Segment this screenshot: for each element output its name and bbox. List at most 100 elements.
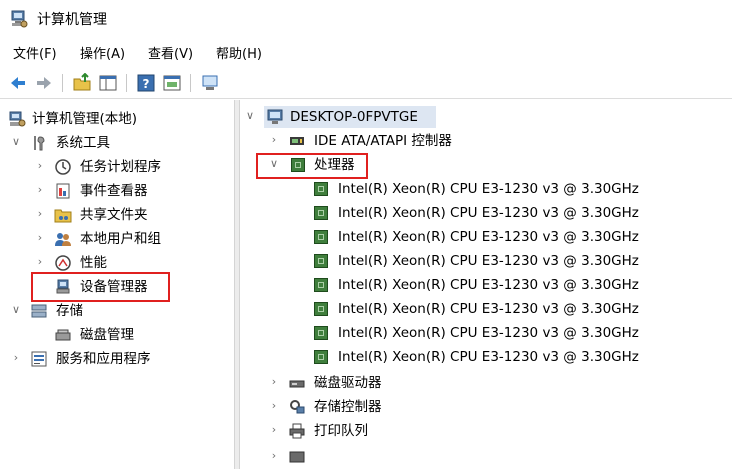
chevron-down-icon[interactable]: ∨ [10,303,22,317]
disk-management-icon [55,329,71,341]
toolbar: ? [0,68,732,99]
cpu-name: Intel(R) Xeon(R) CPU E3-1230 v3 @ 3.30GH… [338,301,639,317]
device-category-icon [289,451,305,463]
storage-icon [31,304,47,318]
cpu-name: Intel(R) Xeon(R) CPU E3-1230 v3 @ 3.30GH… [338,229,639,245]
processor-icon [314,350,328,364]
show-hide-tree-icon[interactable] [98,73,118,93]
services-icon [31,351,47,367]
chevron-right-icon[interactable]: › [268,399,280,413]
properties-icon[interactable] [162,73,182,93]
highlight-box-device-manager [31,272,170,302]
highlight-box-processors [256,153,368,179]
tree-item-ide-controllers[interactable]: › IDE ATA/ATAPI 控制器 [268,130,568,152]
tree-item-label: 磁盘驱动器 [314,375,382,391]
up-folder-icon[interactable] [72,73,92,93]
tree-item-label: IDE ATA/ATAPI 控制器 [314,133,452,149]
chevron-down-icon[interactable]: ∨ [244,109,256,123]
tree-item-partial[interactable]: › [268,446,568,469]
chevron-right-icon[interactable]: › [34,183,46,197]
computer-icon [267,109,283,124]
chevron-right-icon[interactable]: › [10,351,22,365]
tree-item-label: 存储 [56,303,83,319]
processor-icon [314,278,328,292]
tree-item-storage-controllers[interactable]: › 存储控制器 [268,396,568,418]
tree-item-label: 磁盘管理 [80,327,134,343]
processor-icon [314,254,328,268]
clock-icon [55,159,71,175]
chevron-right-icon[interactable]: › [34,231,46,245]
toolbar-separator [126,74,127,92]
storage-controller-icon [290,400,305,414]
tree-item-label: 事件查看器 [80,183,148,199]
computer-management-icon [9,111,26,127]
computer-name: DESKTOP-0FPVTGE [290,109,418,125]
list-item-cpu[interactable]: Intel(R) Xeon(R) CPU E3-1230 v3 @ 3.30GH… [314,250,714,272]
tree-item-label: 计算机管理(本地) [32,111,138,127]
chevron-right-icon[interactable]: › [34,255,46,269]
tree-item-computer-management[interactable]: 计算机管理(本地) [6,108,231,130]
window-title: 计算机管理 [37,12,107,28]
menu-file[interactable]: 文件(F) [13,43,57,62]
processor-icon [314,206,328,220]
back-arrow-icon[interactable] [8,73,28,93]
performance-icon [55,255,71,271]
menu-bar: 文件(F) 操作(A) 查看(V) 帮助(H) [0,40,732,64]
list-item-cpu[interactable]: Intel(R) Xeon(R) CPU E3-1230 v3 @ 3.30GH… [314,346,714,368]
tree-item-storage[interactable]: ∨ 存储 [10,300,230,322]
list-item-cpu[interactable]: Intel(R) Xeon(R) CPU E3-1230 v3 @ 3.30GH… [314,226,714,248]
system-tools-icon [34,136,45,151]
disk-drive-icon [289,380,305,388]
list-item-cpu[interactable]: Intel(R) Xeon(R) CPU E3-1230 v3 @ 3.30GH… [314,274,714,296]
users-group-icon [55,233,71,246]
menu-view[interactable]: 查看(V) [148,43,193,62]
list-item-cpu[interactable]: Intel(R) Xeon(R) CPU E3-1230 v3 @ 3.30GH… [314,202,714,224]
tree-item-label: 系统工具 [56,135,110,151]
list-item-cpu[interactable]: Intel(R) Xeon(R) CPU E3-1230 v3 @ 3.30GH… [314,298,714,320]
tree-item-performance[interactable]: › 性能 [34,252,230,274]
title-bar: 计算机管理 [0,0,732,36]
tree-item-print-queues[interactable]: › 打印队列 [268,420,568,442]
chevron-down-icon[interactable]: ∨ [10,135,22,149]
cpu-name: Intel(R) Xeon(R) CPU E3-1230 v3 @ 3.30GH… [338,181,639,197]
tree-item-services-applications[interactable]: › 服务和应用程序 [10,348,230,370]
menu-help[interactable]: 帮助(H) [216,43,262,62]
svg-text:?: ? [143,77,150,91]
tree-item-label: 任务计划程序 [80,159,161,175]
tree-item-disk-drives[interactable]: › 磁盘驱动器 [268,372,568,394]
chevron-right-icon[interactable]: › [34,207,46,221]
cpu-name: Intel(R) Xeon(R) CPU E3-1230 v3 @ 3.30GH… [338,205,639,221]
tree-item-label: 打印队列 [314,423,368,439]
cpu-name: Intel(R) Xeon(R) CPU E3-1230 v3 @ 3.30GH… [338,325,639,341]
processor-icon [314,326,328,340]
toolbar-separator [62,74,63,92]
tree-item-local-users-groups[interactable]: › 本地用户和组 [34,228,230,250]
left-navigation-pane: 计算机管理(本地) ∨ 系统工具 › 任务计划程序 › 事件查看器 › 共享文件… [0,100,234,469]
processor-icon [314,182,328,196]
tree-item-computer[interactable]: ∨ DESKTOP-0FPVTGE [244,106,544,128]
scan-hardware-icon[interactable] [200,73,220,93]
list-item-cpu[interactable]: Intel(R) Xeon(R) CPU E3-1230 v3 @ 3.30GH… [314,322,714,344]
forward-arrow-icon[interactable] [34,73,54,93]
chevron-right-icon[interactable]: › [34,159,46,173]
chevron-right-icon[interactable]: › [268,449,280,463]
cpu-name: Intel(R) Xeon(R) CPU E3-1230 v3 @ 3.30GH… [338,277,639,293]
tree-item-label: 性能 [80,255,107,271]
chevron-right-icon[interactable]: › [268,133,280,147]
list-item-cpu[interactable]: Intel(R) Xeon(R) CPU E3-1230 v3 @ 3.30GH… [314,178,714,200]
ide-controller-icon [290,137,304,145]
tree-item-label: 共享文件夹 [80,207,148,223]
tree-item-disk-management[interactable]: 磁盘管理 [34,324,230,346]
help-icon[interactable]: ? [136,73,156,93]
device-tree-pane: ∨ DESKTOP-0FPVTGE › IDE ATA/ATAPI 控制器 ∨ … [240,100,732,469]
menu-action[interactable]: 操作(A) [80,43,125,62]
processor-icon [314,230,328,244]
tree-item-event-viewer[interactable]: › 事件查看器 [34,180,230,202]
tree-item-task-scheduler[interactable]: › 任务计划程序 [34,156,230,178]
shared-folder-icon [54,209,72,223]
chevron-right-icon[interactable]: › [268,375,280,389]
tree-item-shared-folders[interactable]: › 共享文件夹 [34,204,230,226]
tree-item-system-tools[interactable]: ∨ 系统工具 [10,132,230,154]
chevron-right-icon[interactable]: › [268,423,280,437]
cpu-name: Intel(R) Xeon(R) CPU E3-1230 v3 @ 3.30GH… [338,253,639,269]
